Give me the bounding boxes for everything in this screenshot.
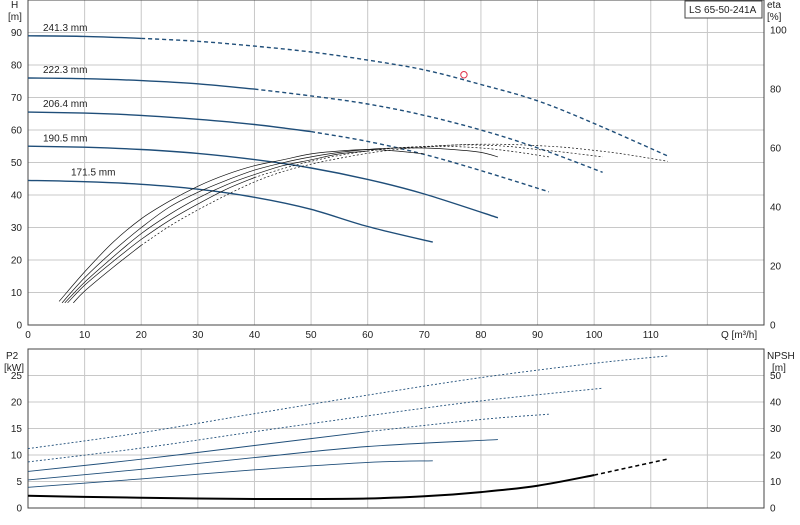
efficiency-curve-1-solid <box>61 147 498 304</box>
x-tick-label: 100 <box>586 330 603 341</box>
head-curve-label: 222.3 mm <box>43 65 87 76</box>
x-tick-label: 50 <box>306 330 318 341</box>
top-y-tick-label: 60 <box>11 126 23 137</box>
bottom-y2-tick-label: 40 <box>770 398 782 409</box>
pump-curve-chart: 0 10 20 30 40 50 60 70 80 90 0 20 40 60 80 100 0 10 20 30 40… <box>0 0 800 520</box>
bottom-y2-axis-unit: [m] <box>772 363 786 374</box>
head-curve-label: 241.3 mm <box>43 23 87 34</box>
top-y-tick-label: 20 <box>11 256 23 267</box>
bottom-y-tick-label: 5 <box>16 477 22 488</box>
top-y-axis-label: H <box>11 0 18 11</box>
top-y2-tick-label: 80 <box>770 85 782 96</box>
head-curve-label: 206.4 mm <box>43 99 87 110</box>
bottom-y-tick-label: 15 <box>11 424 23 435</box>
top-y2-tick-label: 20 <box>770 262 782 273</box>
top-y-tick-label: 70 <box>11 93 23 104</box>
x-tick-label: 60 <box>362 330 374 341</box>
bottom-y2-tick-label: 20 <box>770 451 782 462</box>
top-y2-tick-label: 40 <box>770 203 782 214</box>
duty-point-marker <box>460 71 468 79</box>
bottom-y-axis-unit: [kW] <box>4 363 24 374</box>
x-tick-label: 40 <box>249 330 261 341</box>
bottom-y2-tick-label: 10 <box>770 477 782 488</box>
top-y2-axis-unit: [%] <box>767 12 782 23</box>
top-y2-axis-label: eta <box>767 0 781 11</box>
head-curve-label: 171.5 mm <box>71 167 115 178</box>
top-y-tick-label: 40 <box>11 191 23 202</box>
top-y-tick-label: 90 <box>11 28 23 39</box>
head-curve-label: 190.5 mm <box>43 133 87 144</box>
pump-curve-svg: 01020304050607080900204060801000 10 20 30 40… <box>4 0 795 515</box>
head-curve-2-solid <box>27 111 312 133</box>
top-y-tick-label: 0 <box>16 321 22 332</box>
bottom-y2-axis-label: NPSH <box>767 351 795 362</box>
efficiency-curve-3-dashed <box>254 144 603 178</box>
bottom-y-axis-label: P2 <box>6 351 19 362</box>
x-tick-label: 70 <box>419 330 431 341</box>
power-curve-2-dashed <box>367 413 549 433</box>
top-y-axis-unit: [m] <box>8 12 22 23</box>
top-y-tick-label: 80 <box>11 61 23 72</box>
efficiency-curve-3-solid <box>67 177 255 304</box>
npsh-curve-dashed <box>594 458 668 476</box>
bottom-y2-tick-label: 30 <box>770 424 782 435</box>
bottom-y2-tick-label: 0 <box>770 504 776 515</box>
x-tick-label: 80 <box>475 330 487 341</box>
head-curve-2-dashed <box>310 130 550 193</box>
top-y2-tick-label: 0 <box>770 321 776 332</box>
model-label: LS 65-50-241A <box>689 5 757 16</box>
x-tick-label: 110 <box>643 330 659 341</box>
x-tick-label: 30 <box>192 330 204 341</box>
x-tick-label: 20 <box>136 330 148 341</box>
efficiency-curve-4-solid <box>73 245 142 304</box>
x-tick-label: 0 <box>25 330 31 341</box>
top-y-tick-label: 50 <box>11 158 23 169</box>
bottom-y-tick-label: 20 <box>11 398 23 409</box>
head-curve-4-solid <box>27 179 433 243</box>
top-y2-tick-label: 60 <box>770 144 782 155</box>
x-tick-label: 10 <box>79 330 91 341</box>
top-y-tick-label: 30 <box>11 223 23 234</box>
top-y-tick-label: 10 <box>11 288 23 299</box>
bottom-y-tick-label: 10 <box>11 451 23 462</box>
bottom-y-tick-label: 0 <box>16 504 22 515</box>
x-tick-label: 90 <box>532 330 544 341</box>
power-curve-3-solid <box>27 439 498 481</box>
x-axis-label: Q [m³/h] <box>721 330 757 341</box>
top-y2-tick-label: 100 <box>770 26 787 37</box>
